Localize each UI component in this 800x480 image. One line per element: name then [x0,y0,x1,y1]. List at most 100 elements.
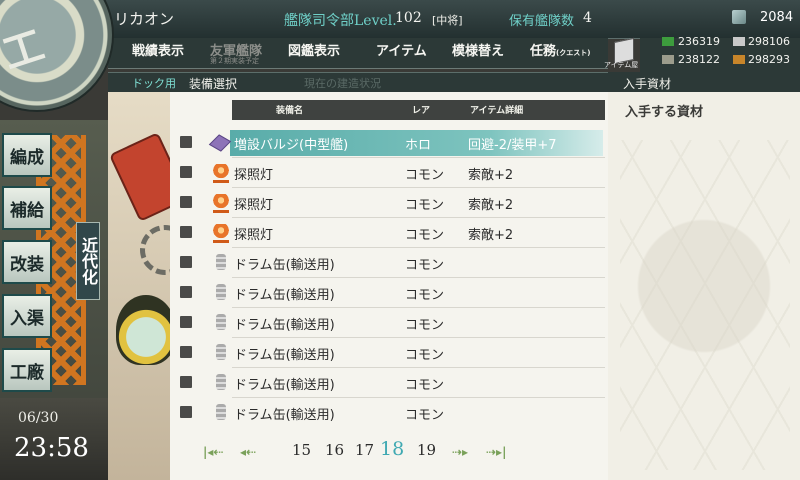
drum-icon [216,284,226,300]
table-row[interactable]: 探照灯 コモン 索敵+2 [178,159,603,185]
column-name: 装備名 [276,106,304,116]
table-row[interactable]: 探照灯 コモン 索敵+2 [178,189,603,215]
hex-pattern [620,140,790,470]
equipment-name: ドラム缶(輸送用) [234,408,335,423]
drum-icon [216,404,226,420]
sidebar-item-remodel[interactable]: 改装 [2,240,52,284]
first-page-arrow[interactable]: |◂⇠ [203,445,223,459]
sidebar-item-organize[interactable]: 編成 [2,133,52,177]
table-row[interactable]: ドラム缶(輸送用) コモン [178,309,603,335]
row-separator [232,157,605,158]
next-page-arrow[interactable]: ⇢▸ [452,445,468,459]
ghost-label: 現在の建造状況 [304,77,381,90]
row-separator [232,367,605,368]
ammo-icon [733,37,745,46]
bulge-icon [208,134,232,152]
equipment-select-label: 装備選択 [189,77,238,91]
fairy-character [116,295,176,365]
searchlight-icon [213,194,229,213]
row-checkbox[interactable] [180,376,192,388]
admiral-name: リカオン [114,10,175,28]
row-separator [232,247,605,248]
modernize-button[interactable]: 近代化 [76,222,100,300]
last-page-arrow[interactable]: ⇢▸| [486,445,506,459]
bauxite-count: 298293 [748,53,790,66]
menu-friend-fleet: 友軍艦隊 第２期実装予定 [210,44,263,65]
equipment-rarity: コモン [405,198,445,213]
row-separator [232,187,605,188]
menu-record[interactable]: 戦績表示 [132,38,184,68]
equipment-rarity: コモン [405,408,445,423]
equipment-name: ドラム缶(輸送用) [234,348,335,363]
row-checkbox[interactable] [180,256,192,268]
row-separator [232,307,605,308]
sidebar-item-resupply[interactable]: 補給 [2,186,52,230]
ammo-count: 298106 [748,35,790,48]
row-checkbox[interactable] [180,166,192,178]
equipment-rarity: コモン [405,378,445,393]
page-18[interactable]: 18 [380,438,404,460]
item-shop-button[interactable]: アイテム屋 [604,37,640,72]
table-row[interactable]: ドラム缶(輸送用) コモン [178,279,603,305]
row-separator [232,277,605,278]
obtain-materials-title: 入手する資材 [625,105,704,120]
page-16[interactable]: 16 [325,441,344,459]
menu-album[interactable]: 図鑑表示 [288,38,340,68]
table-row[interactable]: ドラム缶(輸送用) コモン [178,369,603,395]
menu-interior[interactable]: 模様替え [452,38,504,68]
equipment-details: 回避-2/装甲+7 [468,138,557,153]
equipment-details: 索敵+2 [468,168,514,183]
table-row[interactable]: ドラム缶(輸送用) コモン [178,249,603,275]
equipment-details: 索敵+2 [468,228,514,243]
clock-time: 23:58 [14,433,89,463]
row-checkbox[interactable] [180,136,192,148]
table-row[interactable]: 増設バルジ(中型艦) ホロ 回避-2/装甲+7 [178,129,603,156]
searchlight-icon [213,164,229,183]
equipment-details: 索敵+2 [468,198,514,213]
fuel-count: 236319 [678,35,720,48]
equipment-name: ドラム缶(輸送用) [234,318,335,333]
equipment-rarity: コモン [405,228,445,243]
drum-icon [216,254,226,270]
dock-label: ドック用 [132,77,176,90]
page-19[interactable]: 19 [417,441,436,459]
equipment-rarity: ホロ [405,138,432,153]
obtain-materials-header: 入手資材 [623,77,672,91]
table-row[interactable]: 探照灯 コモン 索敵+2 [178,219,603,245]
row-checkbox[interactable] [180,286,192,298]
clock-date: 06/30 [18,410,59,426]
row-checkbox[interactable] [180,316,192,328]
page-17[interactable]: 17 [355,441,374,459]
furniture-coin-count: 2084 [760,10,794,25]
admiral-rank: [中将] [432,14,463,27]
row-separator [232,337,605,338]
equipment-name: ドラム缶(輸送用) [234,258,335,273]
equipment-rarity: コモン [405,318,445,333]
page-15[interactable]: 15 [292,441,311,459]
equipment-name: 増設バルジ(中型艦) [234,138,349,153]
searchlight-icon [213,224,229,243]
drum-icon [216,374,226,390]
equipment-name: ドラム缶(輸送用) [234,288,335,303]
row-checkbox[interactable] [180,406,192,418]
fuel-icon [662,37,674,46]
hq-level-label: 艦隊司令部Level. [284,13,397,29]
sidebar-item-arsenal[interactable]: 工廠 [2,348,52,392]
row-checkbox[interactable] [180,226,192,238]
equipment-name: ドラム缶(輸送用) [234,378,335,393]
menu-quests[interactable]: 任務(クエスト) [530,38,590,68]
equipment-rarity: コモン [405,258,445,273]
menu-items[interactable]: アイテム [376,38,427,68]
ships-label: 保有艦隊数 [509,14,575,29]
drum-icon [216,344,226,360]
row-checkbox[interactable] [180,346,192,358]
drum-icon [216,314,226,330]
column-details: アイテム詳細 [470,106,524,116]
row-checkbox[interactable] [180,196,192,208]
sidebar-item-repair[interactable]: 入渠 [2,294,52,338]
table-row[interactable]: ドラム缶(輸送用) コモン [178,339,603,365]
prev-page-arrow[interactable]: ◂⇠ [240,445,256,459]
equipment-name: 探照灯 [234,228,274,243]
table-row[interactable]: ドラム缶(輸送用) コモン [178,399,603,425]
bauxite-icon [733,55,745,64]
